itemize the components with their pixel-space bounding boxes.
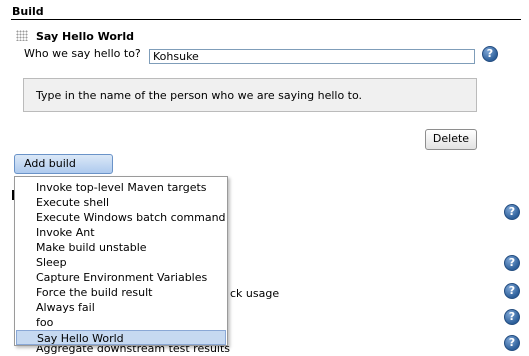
drag-handle-icon[interactable]: [16, 30, 28, 41]
menu-item[interactable]: Invoke Ant: [16, 225, 226, 240]
menu-item[interactable]: Capture Environment Variables: [16, 270, 226, 285]
menu-item[interactable]: foo: [16, 315, 226, 330]
help-panel: Type in the name of the person who we ar…: [23, 78, 477, 112]
menu-item-selected[interactable]: Say Hello World: [16, 330, 226, 345]
build-step-title: Say Hello World: [36, 30, 134, 43]
menu-item[interactable]: Always fail: [16, 300, 226, 315]
help-icon[interactable]: ?: [482, 46, 498, 62]
menu-item[interactable]: Invoke top-level Maven targets: [16, 180, 226, 195]
help-icon[interactable]: ?: [504, 335, 520, 351]
hello-target-input[interactable]: Kohsuke: [149, 49, 475, 64]
add-build-step-button[interactable]: Add build step▼: [14, 154, 113, 188]
background-option-label: ck usage: [230, 287, 280, 300]
menu-item[interactable]: Execute shell: [16, 195, 226, 210]
menu-item[interactable]: Sleep: [16, 255, 226, 270]
delete-button[interactable]: Delete: [425, 129, 477, 150]
menu-item[interactable]: Execute Windows batch command: [16, 210, 226, 225]
menu-item[interactable]: Make build unstable: [16, 240, 226, 255]
hello-target-label: Who we say hello to?: [24, 47, 141, 60]
section-title: Build: [12, 5, 44, 18]
help-icon[interactable]: ?: [504, 283, 520, 299]
build-step-menu: Invoke top-level Maven targets Execute s…: [14, 176, 228, 346]
menu-item[interactable]: Force the build result: [16, 285, 226, 300]
section-divider: [11, 19, 521, 20]
help-icon[interactable]: ?: [504, 309, 520, 325]
help-icon[interactable]: ?: [504, 204, 520, 220]
help-icon[interactable]: ?: [504, 255, 520, 271]
